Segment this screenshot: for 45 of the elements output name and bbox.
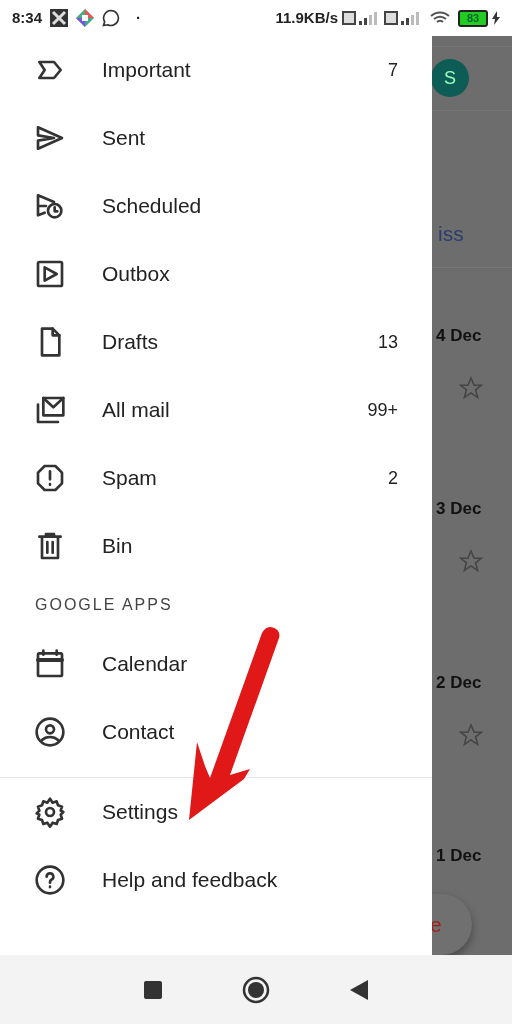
help-icon — [34, 864, 66, 896]
drawer-item[interactable]: Outbox — [0, 240, 432, 308]
app-icon — [76, 9, 95, 27]
drawer-item[interactable]: Important 7 — [0, 36, 432, 104]
signal-icon — [342, 10, 380, 26]
star-icon[interactable] — [458, 722, 484, 748]
unread-count: 13 — [377, 330, 398, 354]
warning-icon — [34, 462, 66, 494]
recents-button[interactable] — [144, 980, 162, 999]
drawer-item[interactable]: Contact — [0, 698, 432, 766]
star-icon[interactable] — [458, 549, 484, 574]
outbox-icon — [34, 258, 66, 290]
battery-level: 83 — [458, 9, 488, 27]
email-date: 3 Dec — [436, 499, 483, 520]
mail-stack-icon — [34, 394, 66, 426]
drawer-item[interactable]: Help and feedback — [0, 846, 432, 914]
app-icon — [50, 9, 69, 27]
network-speed: 11.9KB/s — [275, 7, 338, 28]
section-header: GOOGLE APPS — [35, 595, 173, 615]
status-time: 8:34 — [12, 7, 43, 28]
signal-icon — [384, 10, 422, 26]
unread-count: 99+ — [367, 398, 398, 422]
drawer-item[interactable]: Bin — [0, 512, 432, 580]
drawer-item[interactable]: Drafts 13 — [0, 308, 432, 376]
drawer-item[interactable]: Calendar — [0, 630, 432, 698]
drawer-item[interactable]: Settings — [0, 778, 432, 846]
notification-dot: · — [136, 7, 142, 28]
drawer-item[interactable]: Sent — [0, 104, 432, 172]
charging-icon — [492, 11, 500, 25]
email-date: 1 Dec — [436, 846, 483, 867]
star-icon[interactable] — [458, 375, 484, 401]
email-date: 2 Dec — [436, 672, 483, 693]
back-button[interactable] — [350, 979, 368, 1000]
unread-count: 2 — [388, 466, 398, 490]
calendar-icon — [34, 648, 66, 680]
settings-icon — [34, 796, 66, 828]
person-icon — [34, 716, 66, 748]
chat-bubble-icon — [102, 9, 121, 27]
drawer-item[interactable]: Spam 2 — [0, 444, 432, 512]
avatar: S — [432, 59, 469, 98]
drawer-item[interactable]: Scheduled — [0, 172, 432, 240]
email-date: 4 Dec — [436, 325, 483, 346]
drawer-item[interactable]: All mail 99+ — [0, 376, 432, 444]
unread-count: 7 — [388, 58, 398, 82]
home-button[interactable] — [242, 975, 270, 1004]
